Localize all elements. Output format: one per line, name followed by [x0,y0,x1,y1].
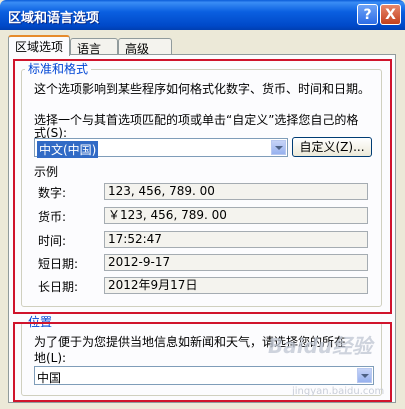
tab-advanced[interactable]: 高级 [118,38,172,56]
highlight-box-standards [13,59,392,314]
tab-regional-options[interactable]: 区域选项 [8,35,70,56]
close-button[interactable]: X [380,4,401,25]
close-icon: X [385,6,396,23]
watermark-logo: Baidu经验 [268,334,373,358]
title-bar[interactable]: 区域和语言选项 ? X [0,0,405,30]
dialog-window: 区域和语言选项 ? X 区域选项 语言 高级 标准和格式 这个选项影响到某些程序… [0,0,405,409]
watermark-url: jingyan.baidu.com [292,386,385,397]
help-button[interactable]: ? [357,4,378,25]
tab-languages[interactable]: 语言 [70,38,118,56]
help-icon: ? [363,6,372,23]
window-title: 区域和语言选项 [8,11,100,26]
